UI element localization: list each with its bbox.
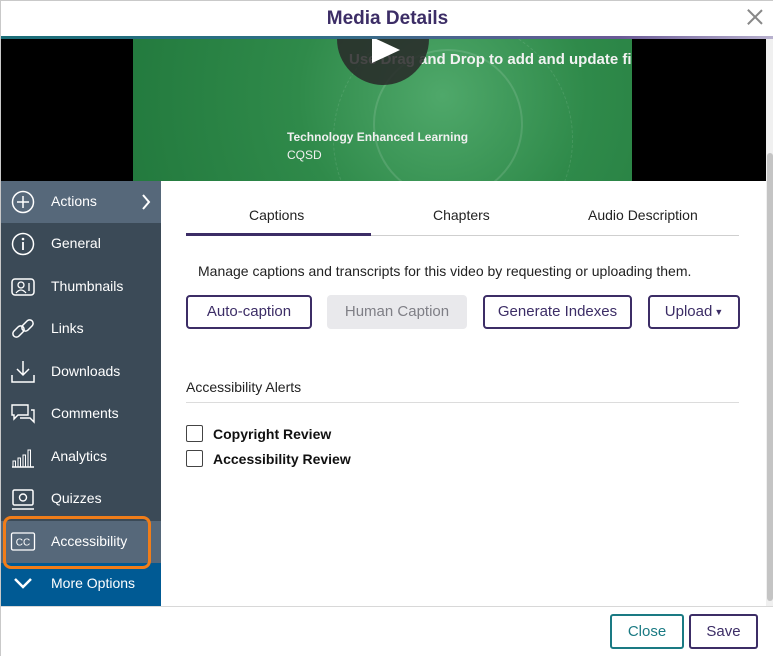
accessibility-alerts-title: Accessibility Alerts <box>186 379 302 395</box>
copyright-review-checkbox[interactable] <box>186 425 203 442</box>
play-icon <box>372 39 400 63</box>
chevron-down-icon <box>10 572 36 596</box>
auto-caption-button[interactable]: Auto-caption <box>186 295 312 329</box>
plus-circle-icon <box>10 190 36 214</box>
sidebar-item-label: Thumbnails <box>51 278 124 294</box>
sidebar-item-label: General <box>51 235 101 251</box>
accessibility-review-checkbox[interactable] <box>186 450 203 467</box>
chevron-right-icon <box>141 193 151 214</box>
accessibility-review-label: Accessibility Review <box>213 451 351 467</box>
video-subtitle-line2: CQSD <box>287 148 322 162</box>
sidebar-item-downloads[interactable]: Downloads <box>1 351 161 393</box>
download-icon <box>10 360 36 384</box>
sidebar-item-label: Comments <box>51 405 119 421</box>
sidebar-item-label: Accessibility <box>51 533 128 549</box>
tab-audio-description[interactable]: Audio Description <box>588 207 698 223</box>
scrollbar-thumb[interactable] <box>767 153 773 601</box>
active-tab-indicator <box>186 233 371 236</box>
captions-panel: Captions Chapters Audio Description Mana… <box>161 181 766 606</box>
generate-indexes-button[interactable]: Generate Indexes <box>483 295 632 329</box>
video-player[interactable]: Use Drag and Drop to add and update file… <box>1 39 766 181</box>
comments-icon <box>10 402 36 426</box>
captions-description: Manage captions and transcripts for this… <box>198 263 692 279</box>
sidebar-item-label: Links <box>51 320 84 336</box>
upload-button[interactable]: Upload ▼ <box>648 295 740 329</box>
sidebar-item-label: Analytics <box>51 448 108 464</box>
sidebar-item-label: Actions <box>51 193 97 209</box>
vertical-scrollbar[interactable] <box>766 39 773 606</box>
sidebar: Actions General Thumbnails Links Downloa… <box>1 181 161 606</box>
sidebar-item-accessibility[interactable]: CC Accessibility <box>1 521 161 563</box>
save-button[interactable]: Save <box>689 614 758 649</box>
human-caption-button[interactable]: Human Caption <box>327 295 467 329</box>
sidebar-item-comments[interactable]: Comments <box>1 393 161 435</box>
info-circle-icon <box>10 232 36 256</box>
upload-button-label: Upload <box>664 303 713 320</box>
upload-dropdown-icon: ▼ <box>714 307 724 318</box>
tab-captions[interactable]: Captions <box>249 207 304 223</box>
sidebar-item-links[interactable]: Links <box>1 308 161 350</box>
dialog-footer: Close Save <box>1 606 773 656</box>
close-button[interactable]: Close <box>610 614 684 649</box>
media-details-dialog: Media Details Use Drag and Drop to add a… <box>0 0 773 656</box>
dialog-title: Media Details <box>326 8 449 29</box>
tab-chapters[interactable]: Chapters <box>433 207 490 223</box>
copyright-review-label: Copyright Review <box>213 426 332 442</box>
video-subtitle-line1: Technology Enhanced Learning <box>287 130 469 144</box>
sidebar-item-label: More Options <box>51 575 136 591</box>
sidebar-item-label: Downloads <box>51 363 121 379</box>
sidebar-item-more-options[interactable]: More Options <box>1 563 161 606</box>
cc-icon: CC <box>10 530 36 554</box>
sidebar-item-thumbnails[interactable]: Thumbnails <box>1 266 161 308</box>
sidebar-item-actions[interactable]: Actions <box>1 181 161 223</box>
quiz-icon <box>10 487 36 511</box>
sidebar-item-analytics[interactable]: Analytics <box>1 436 161 478</box>
dialog-header: Media Details <box>1 1 773 39</box>
video-frame: Use Drag and Drop to add and update file… <box>133 39 632 181</box>
cc-icon-text: CC <box>16 538 30 549</box>
analytics-icon <box>10 445 36 469</box>
sidebar-item-label: Quizzes <box>51 490 102 506</box>
sidebar-item-quizzes[interactable]: Quizzes <box>1 478 161 520</box>
sidebar-item-general[interactable]: General <box>1 223 161 265</box>
thumbnail-icon <box>10 275 36 299</box>
alerts-divider <box>186 402 739 403</box>
close-icon[interactable] <box>744 6 766 28</box>
link-icon <box>10 317 36 341</box>
